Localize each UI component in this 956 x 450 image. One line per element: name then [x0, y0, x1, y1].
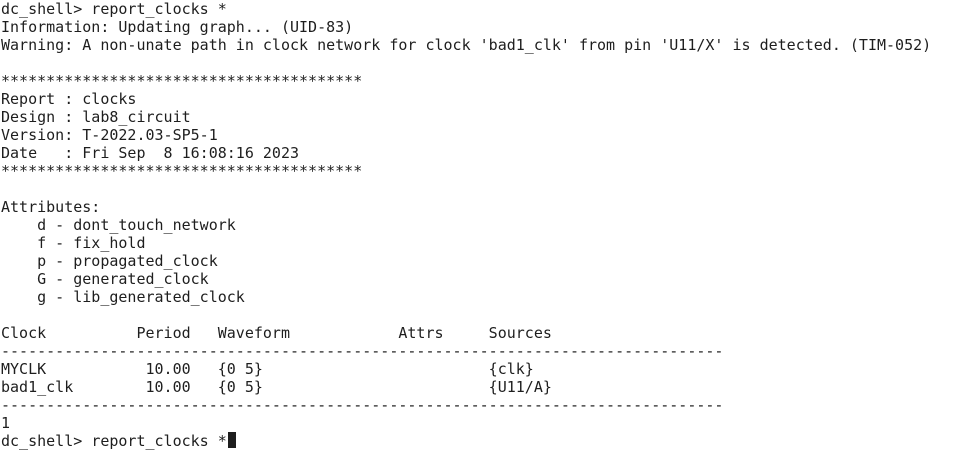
text-cursor	[227, 432, 236, 448]
output-line: Information: Updating graph... (UID-83)	[1, 18, 354, 36]
output-line: Date : Fri Sep 8 16:08:16 2023	[1, 144, 300, 162]
output-line: Attributes:	[1, 198, 101, 216]
output-line: bad1_clk 10.00 {0 5} {U11/A}	[1, 378, 552, 396]
command-line[interactable]: dc_shell> report_clocks *	[1, 432, 956, 450]
output-line: ----------------------------------------…	[1, 342, 724, 360]
output-line: d - dont_touch_network	[1, 216, 236, 234]
output-line: g - lib_generated_clock	[1, 288, 245, 306]
output-line: 1	[1, 414, 11, 432]
output-line: ****************************************	[1, 162, 363, 180]
output-line: Warning: A non-unate path in clock netwo…	[1, 36, 932, 54]
output-line: ****************************************	[1, 72, 363, 90]
terminal-window[interactable]: dc_shell> report_clocks * Information: U…	[0, 0, 956, 450]
terminal-output: dc_shell> report_clocks * Information: U…	[1, 0, 956, 432]
output-line: p - propagated_clock	[1, 252, 218, 270]
output-line: G - generated_clock	[1, 270, 209, 288]
output-line: dc_shell> report_clocks *	[1, 0, 227, 18]
output-line: f - fix_hold	[1, 234, 146, 252]
output-line: Report : clocks	[1, 90, 137, 108]
output-line: ----------------------------------------…	[1, 396, 724, 414]
output-line: Design : lab8_circuit	[1, 108, 191, 126]
output-line: Version: T-2022.03-SP5-1	[1, 126, 218, 144]
output-line: MYCLK 10.00 {0 5} {clk}	[1, 360, 534, 378]
command-input[interactable]: report_clocks *	[91, 432, 226, 450]
output-line: Clock Period Waveform Attrs Sources	[1, 324, 552, 342]
shell-prompt: dc_shell>	[1, 432, 92, 450]
